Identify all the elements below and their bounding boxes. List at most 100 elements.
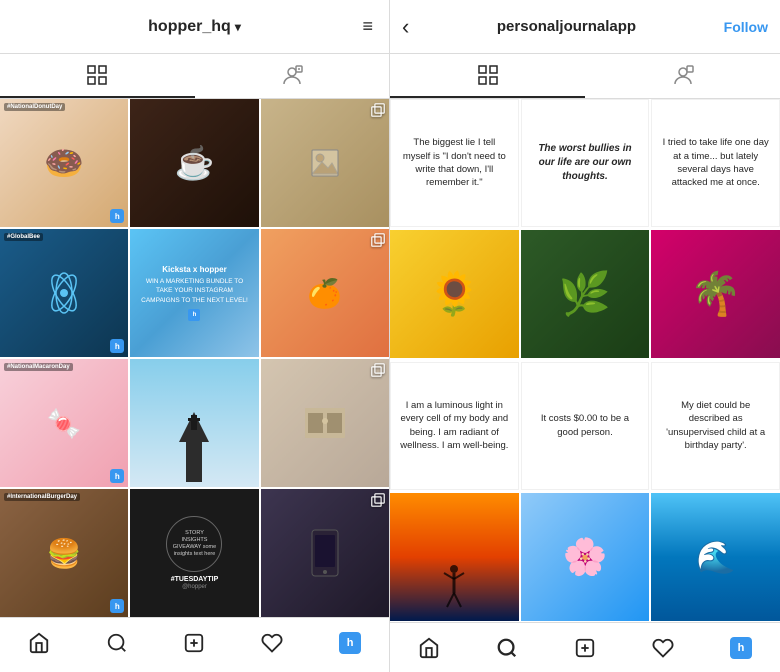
right-grid-cell-2[interactable]: The worst bullies in our life are our ow… bbox=[521, 99, 650, 227]
hamburger-menu-icon[interactable]: ≡ bbox=[362, 16, 373, 37]
person-silhouette bbox=[439, 561, 469, 611]
quote-text-3: I tried to take life one day at a time..… bbox=[660, 136, 771, 189]
grid-cell-6[interactable]: 🍊 bbox=[261, 229, 389, 357]
right-heart-icon bbox=[652, 637, 674, 659]
quote-text-8: It costs $0.00 to be a good person. bbox=[530, 412, 641, 439]
quote-text-2: The worst bullies in our life are our ow… bbox=[530, 142, 641, 184]
follow-button[interactable]: Follow bbox=[724, 19, 768, 35]
right-nav-search[interactable] bbox=[485, 626, 529, 670]
room-visual bbox=[300, 403, 350, 443]
right-grid-cell-4[interactable]: 🌻 bbox=[390, 230, 519, 358]
grid-cell-7[interactable]: 🍬 #NationalMacaronDay h bbox=[0, 359, 128, 487]
back-button[interactable]: ‹ bbox=[402, 14, 409, 40]
right-header: ‹ personaljournalapp Follow bbox=[390, 0, 780, 54]
story-hashtag: #TUESDAYTIP bbox=[171, 576, 219, 583]
flowers-white-visual: 🌸 bbox=[521, 493, 650, 621]
grid-cell-12[interactable] bbox=[261, 489, 389, 617]
nav-profile[interactable]: h bbox=[328, 621, 372, 665]
cell-tag-1: #NationalDonutDay bbox=[4, 103, 65, 111]
nav-heart[interactable] bbox=[250, 621, 294, 665]
grid-cell-1[interactable]: 🍩 #NationalDonutDay h bbox=[0, 99, 128, 227]
left-tabs bbox=[0, 54, 389, 99]
grid-cell-8[interactable] bbox=[130, 359, 258, 487]
flower-visual: 🌻 bbox=[390, 230, 519, 358]
right-grid-cell-12[interactable]: 🌊 bbox=[651, 493, 780, 621]
right-grid-cell-3[interactable]: I tried to take life one day at a time..… bbox=[651, 99, 780, 227]
grid-cell-4[interactable]: #GlobalBee h bbox=[0, 229, 128, 357]
cell-tag-4: #GlobalBee bbox=[4, 233, 43, 241]
left-bottom-nav: h bbox=[0, 617, 389, 667]
grid-cell-2[interactable]: ☕ bbox=[130, 99, 258, 227]
heart-icon bbox=[261, 632, 283, 654]
search-icon bbox=[106, 632, 128, 654]
right-username: personaljournalapp bbox=[497, 18, 636, 35]
cell-tag-7: #NationalMacaronDay bbox=[4, 363, 73, 371]
multi-icon-6 bbox=[371, 233, 385, 247]
grid-cell-9[interactable] bbox=[261, 359, 389, 487]
h-logo-10: h bbox=[110, 599, 124, 613]
left-photo-grid: 🍩 #NationalDonutDay h ☕ bbox=[0, 99, 389, 617]
right-add-icon bbox=[574, 637, 596, 659]
right-grid-cell-9[interactable]: My diet could be described as 'unsupervi… bbox=[651, 362, 780, 490]
multi-photo-icon-12 bbox=[371, 493, 385, 512]
grid-icon bbox=[85, 63, 109, 87]
cell-tag-10: #InternationalBurgerDay bbox=[4, 493, 80, 501]
kicksta-desc: WIN A MARKETING BUNDLE TO TAKE YOUR INST… bbox=[138, 277, 250, 304]
home-icon bbox=[28, 632, 50, 654]
right-grid-cell-8[interactable]: It costs $0.00 to be a good person. bbox=[521, 362, 650, 490]
left-header: hopper_hq ▾ ≡ bbox=[0, 0, 389, 54]
story-circle: STORY INSIGHTS GIVEAWAY some insights te… bbox=[166, 516, 222, 572]
palm-visual: 🌴 bbox=[651, 230, 780, 358]
quote-text-9: My diet could be described as 'unsupervi… bbox=[660, 399, 771, 452]
right-person-tag-icon bbox=[671, 64, 695, 88]
username-text: hopper_hq bbox=[148, 18, 231, 36]
right-tabs bbox=[390, 54, 780, 99]
right-search-icon bbox=[496, 637, 518, 659]
grid-cell-10[interactable]: 🍔 #InternationalBurgerDay h bbox=[0, 489, 128, 617]
h-logo-7: h bbox=[110, 469, 124, 483]
science-visual bbox=[39, 268, 89, 318]
right-nav-home[interactable] bbox=[407, 626, 451, 670]
right-home-icon bbox=[418, 637, 440, 659]
tab-grid[interactable] bbox=[0, 54, 195, 98]
right-grid-cell-11[interactable]: 🌸 bbox=[521, 493, 650, 621]
right-grid-cell-7[interactable]: I am a luminous light in every cell of m… bbox=[390, 362, 519, 490]
right-tab-grid[interactable] bbox=[390, 54, 585, 98]
grid-cell-11[interactable]: STORY INSIGHTS GIVEAWAY some insights te… bbox=[130, 489, 258, 617]
right-nav-profile[interactable]: h bbox=[719, 626, 763, 670]
left-username[interactable]: hopper_hq ▾ bbox=[148, 18, 241, 36]
right-nav-add[interactable] bbox=[563, 626, 607, 670]
chevron-down-icon: ▾ bbox=[235, 20, 241, 34]
multi-photo-icon-3 bbox=[371, 103, 385, 122]
church-icon bbox=[174, 407, 214, 487]
nav-search[interactable] bbox=[95, 621, 139, 665]
right-photo-grid: The biggest lie I tell myself is "I don'… bbox=[390, 99, 780, 622]
right-grid-cell-1[interactable]: The biggest lie I tell myself is "I don'… bbox=[390, 99, 519, 227]
phone-visual bbox=[310, 528, 340, 578]
right-bottom-nav: h bbox=[390, 622, 780, 672]
kicksta-content: Kicksta x hopper WIN A MARKETING BUNDLE … bbox=[130, 229, 258, 357]
kicksta-top: Kicksta x hopper bbox=[162, 265, 226, 274]
multi-photo-icon-6 bbox=[371, 233, 385, 252]
multi-photo-icon-9 bbox=[371, 363, 385, 382]
multi-icon-12 bbox=[371, 493, 385, 507]
nav-home[interactable] bbox=[17, 621, 61, 665]
grid-cell-3[interactable] bbox=[261, 99, 389, 227]
right-profile-h-icon: h bbox=[730, 637, 752, 659]
right-nav-heart[interactable] bbox=[641, 626, 685, 670]
h-logo-1: h bbox=[110, 209, 124, 223]
right-grid-cell-5[interactable]: 🌿 bbox=[521, 230, 650, 358]
kicksta-logos: h bbox=[188, 309, 200, 321]
quote-text-7: I am a luminous light in every cell of m… bbox=[399, 399, 510, 452]
story-count: @hopper bbox=[182, 584, 207, 590]
right-grid-cell-6[interactable]: 🌴 bbox=[651, 230, 780, 358]
right-grid-cell-10[interactable] bbox=[390, 493, 519, 621]
left-panel: hopper_hq ▾ ≡ 🍩 #Nation bbox=[0, 0, 390, 672]
right-tab-tagged[interactable] bbox=[585, 54, 780, 98]
right-grid-icon bbox=[476, 63, 500, 87]
grid-cell-5[interactable]: Kicksta x hopper WIN A MARKETING BUNDLE … bbox=[130, 229, 258, 357]
nav-add[interactable] bbox=[172, 621, 216, 665]
tab-tagged[interactable] bbox=[195, 54, 390, 98]
quote-text-1: The biggest lie I tell myself is "I don'… bbox=[399, 136, 510, 189]
right-panel: ‹ personaljournalapp Follow The biggest … bbox=[390, 0, 780, 672]
